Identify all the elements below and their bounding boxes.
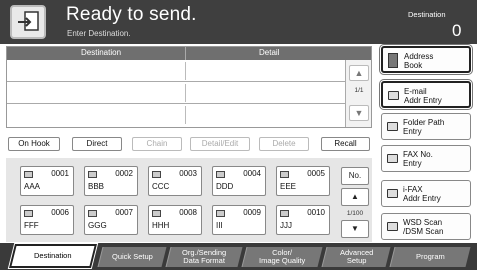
wsd-scan-button[interactable]: WSD Scan/DSM Scan bbox=[381, 213, 471, 240]
key-icon bbox=[216, 210, 225, 217]
destination-row[interactable] bbox=[7, 82, 345, 104]
key-icon bbox=[24, 210, 33, 217]
detail-edit-button[interactable]: Detail/Edit bbox=[190, 137, 250, 151]
destination-row[interactable] bbox=[7, 104, 345, 126]
one-touch-key[interactable]: 0003 CCC bbox=[148, 166, 202, 196]
key-icon bbox=[24, 171, 33, 178]
tab-advanced-setup[interactable]: Advanced Setup bbox=[321, 247, 391, 267]
scroll-down-button[interactable]: ▼ bbox=[349, 105, 369, 121]
scroll-up-button[interactable]: ▲ bbox=[349, 65, 369, 81]
wsd-scan-icon bbox=[387, 222, 398, 231]
address-book-button[interactable]: Address Book bbox=[381, 46, 471, 73]
key-icon bbox=[280, 210, 289, 217]
column-divider bbox=[185, 47, 186, 60]
tab-org-sending-data-format[interactable]: Org./Sending Data Format bbox=[165, 247, 243, 267]
delete-button[interactable]: Delete bbox=[259, 137, 309, 151]
tab-color-image-quality[interactable]: Color/Image Quality bbox=[241, 247, 323, 267]
page-title: Ready to send. bbox=[66, 4, 197, 25]
destination-count: 0 bbox=[452, 21, 462, 40]
keys-scroll-up-button[interactable]: ▲ bbox=[341, 188, 369, 206]
on-hook-button[interactable]: On Hook bbox=[8, 137, 60, 151]
ifax-icon bbox=[387, 189, 398, 198]
fax-icon bbox=[387, 154, 398, 163]
key-icon bbox=[152, 171, 161, 178]
one-touch-key[interactable]: 0006 FFF bbox=[20, 205, 74, 235]
one-touch-key[interactable]: 0007 GGG bbox=[84, 205, 138, 235]
one-touch-key[interactable]: 0008 HHH bbox=[148, 205, 202, 235]
destination-count-label: Destination bbox=[408, 10, 446, 19]
key-icon bbox=[152, 210, 161, 217]
key-icon bbox=[216, 171, 225, 178]
key-icon bbox=[88, 171, 97, 178]
key-icon bbox=[280, 171, 289, 178]
tab-quick-setup[interactable]: Quick Setup bbox=[97, 247, 167, 267]
folder-path-entry-button[interactable]: Folder Path Entry bbox=[381, 113, 471, 140]
recall-button[interactable]: Recall bbox=[321, 137, 370, 151]
column-detail: Detail bbox=[259, 48, 280, 57]
status-header: Ready to send. Enter Destination. Destin… bbox=[0, 0, 477, 44]
destination-scroll: ▲ 1/1 ▼ bbox=[345, 60, 371, 127]
tab-program[interactable]: Program bbox=[389, 247, 471, 267]
one-touch-key[interactable]: 0002 BBB bbox=[84, 166, 138, 196]
destination-list-header: Destination Detail bbox=[7, 47, 371, 60]
page-subtitle: Enter Destination. bbox=[67, 29, 131, 38]
send-document-icon bbox=[10, 5, 46, 39]
one-touch-key[interactable]: 0010 JJJ bbox=[276, 205, 330, 235]
ifax-addr-entry-button[interactable]: i-FAX Addr Entry bbox=[381, 180, 471, 207]
folder-icon bbox=[387, 122, 398, 131]
destination-row[interactable] bbox=[7, 60, 345, 82]
direct-button[interactable]: Direct bbox=[72, 137, 122, 151]
keys-page-indicator: 1/100 bbox=[346, 210, 364, 217]
destination-list: Destination Detail ▲ 1/1 ▼ bbox=[6, 46, 372, 128]
one-touch-key[interactable]: 0004 DDD bbox=[212, 166, 266, 196]
column-destination: Destination bbox=[81, 48, 122, 57]
key-icon bbox=[88, 210, 97, 217]
fax-no-entry-button[interactable]: FAX No. Entry bbox=[381, 145, 471, 172]
one-touch-key[interactable]: 0001 AAA bbox=[20, 166, 74, 196]
tab-destination[interactable]: Destination bbox=[9, 244, 97, 268]
chain-button[interactable]: Chain bbox=[132, 137, 182, 151]
one-touch-key[interactable]: 0009 III bbox=[212, 205, 266, 235]
keys-scroll-down-button[interactable]: ▼ bbox=[341, 220, 369, 238]
key-number-button[interactable]: No. bbox=[341, 167, 369, 185]
one-touch-key[interactable]: 0005 EEE bbox=[276, 166, 330, 196]
address-book-icon bbox=[388, 53, 398, 68]
email-icon bbox=[388, 91, 399, 100]
email-addr-entry-button[interactable]: E-mail Addr Entry bbox=[381, 81, 471, 108]
destination-page-indicator: 1/1 bbox=[354, 87, 364, 94]
